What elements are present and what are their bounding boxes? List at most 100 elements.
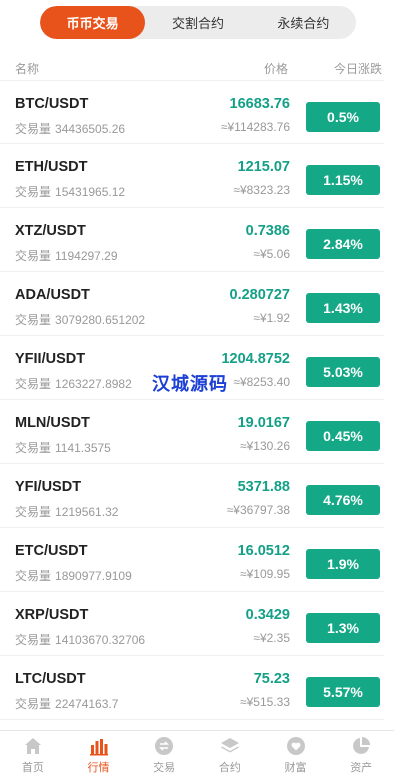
tabbar-label: 行情 [87,762,110,774]
column-price-header: 价格 [263,62,288,76]
change-badge[interactable]: 4.76% [306,485,380,515]
last-price: 16683.76 [229,96,290,112]
volume-value: 22474163.7 [55,697,119,711]
cny-price: ≈¥8323.23 [233,183,290,197]
volume-text: 交易量 14103670.32706 [15,631,145,648]
volume-label: 交易量 [15,377,52,391]
pair-name: LTC/USDT [15,671,86,687]
volume-text: 交易量 34436505.26 [15,120,125,137]
volume-text: 交易量 1141.3575 [15,439,111,456]
market-row[interactable]: XRP/USDT 交易量 14103670.32706 0.3429 ≈¥2.35 1.3… [0,592,384,656]
pair-name: YFI/USDT [15,479,82,495]
tabbar-label: 合约 [218,762,241,774]
volume-value: 15431965.12 [55,185,126,199]
tabbar-label: 首页 [21,762,44,774]
cny-price: ≈¥8253.40 [233,375,290,389]
tabbar-label: 资产 [350,762,373,774]
list-header: 名称 价格 今日涨跌 [15,60,382,76]
volume-text: 交易量 1194297.29 [15,247,118,264]
last-price: 5371.88 [237,479,290,495]
change-badge[interactable]: 0.45% [306,421,380,451]
tabbar-item-1[interactable]: 行情 [66,731,132,780]
last-price: 1204.8752 [221,351,290,367]
volume-value: 3079280.651202 [55,313,146,327]
watermark-text: 汉城源码 [152,374,228,394]
last-price: 19.0167 [237,415,290,431]
volume-label: 交易量 [15,697,52,711]
market-type-tabs: 币币交易 交割合约 永续合约 [40,6,356,39]
bottom-tab-bar: 首页 行情 交易 合约 财富 资产 [0,730,394,780]
volume-text: 交易量 15431965.12 [15,183,125,200]
column-change-header: 今日涨跌 [333,62,382,76]
tabbar-item-0[interactable]: 首页 [0,731,66,780]
last-price: 0.280727 [229,287,290,303]
pair-name: XTZ/USDT [15,223,86,239]
tabbar-label: 财富 [284,762,307,774]
tab-spot-trading[interactable]: 币币交易 [40,6,146,39]
pair-name: YFII/USDT [15,351,86,367]
volume-value: 14103670.32706 [55,633,146,647]
volume-text: 交易量 1890977.9109 [15,567,132,584]
market-row[interactable]: YFI/USDT 交易量 1219561.32 5371.88 ≈¥36797.38 4.… [0,464,384,528]
volume-text: 交易量 22474163.7 [15,695,118,712]
change-badge[interactable]: 1.43% [306,293,380,323]
change-badge[interactable]: 1.9% [306,549,380,579]
change-badge[interactable]: 1.15% [306,165,380,195]
change-badge[interactable]: 1.3% [306,613,380,643]
wealth-heart-icon [286,736,306,756]
cny-price: ≈¥515.33 [240,695,290,709]
pair-name: BTC/USDT [15,96,89,112]
volume-text: 交易量 1263227.8982 [15,375,132,392]
volume-value: 34436505.26 [55,122,126,136]
change-badge[interactable]: 5.03% [306,357,380,387]
last-price: 0.7386 [245,223,290,239]
volume-label: 交易量 [15,633,52,647]
pair-name: ETH/USDT [15,159,88,175]
cny-price: ≈¥2.35 [253,631,290,645]
volume-label: 交易量 [15,441,52,455]
cny-price: ≈¥109.95 [240,567,290,581]
tabbar-item-4[interactable]: 财富 [263,731,329,780]
volume-value: 1141.3575 [55,441,111,455]
pair-name: ETC/USDT [15,543,88,559]
cny-price: ≈¥36797.38 [226,503,290,517]
market-row[interactable]: LTC/USDT 交易量 22474163.7 75.23 ≈¥515.33 5.57% [0,656,384,720]
volume-value: 1890977.9109 [55,569,132,583]
change-badge[interactable]: 5.57% [306,677,380,707]
tab-delivery-contract[interactable]: 交割合约 [145,6,250,39]
change-badge[interactable]: 2.84% [306,229,380,259]
volume-text: 交易量 1219561.32 [15,503,118,520]
last-price: 75.23 [253,671,290,687]
column-name-header: 名称 [15,62,40,76]
layers-icon [220,736,240,756]
volume-label: 交易量 [15,505,52,519]
tabbar-item-2[interactable]: 交易 [131,731,197,780]
market-row[interactable]: BTC/USDT 交易量 34436505.26 16683.76 ≈¥114283.7… [0,80,384,144]
market-row[interactable]: ETH/USDT 交易量 15431965.12 1215.07 ≈¥8323.23 1.… [0,144,384,208]
market-row[interactable]: ADA/USDT 交易量 3079280.651202 0.280727 ≈¥1.92 1… [0,272,384,336]
assets-pie-icon [351,736,371,756]
pair-name: ADA/USDT [15,287,90,303]
cny-price: ≈¥130.26 [240,439,290,453]
volume-label: 交易量 [15,569,52,583]
volume-label: 交易量 [15,185,52,199]
cny-price: ≈¥114283.76 [220,120,290,134]
change-badge[interactable]: 0.5% [306,102,380,132]
tab-perpetual-contract[interactable]: 永续合约 [251,6,356,39]
exchange-icon [154,736,174,756]
cny-price: ≈¥1.92 [253,311,290,325]
volume-text: 交易量 3079280.651202 [15,311,145,328]
cny-price: ≈¥5.06 [253,247,290,261]
volume-label: 交易量 [15,313,52,327]
volume-value: 1219561.32 [55,505,119,519]
tabbar-item-3[interactable]: 合约 [197,731,263,780]
last-price: 0.3429 [245,607,290,623]
tabbar-item-5[interactable]: 资产 [328,731,394,780]
tabbar-label: 交易 [153,762,176,774]
market-row[interactable]: ETC/USDT 交易量 1890977.9109 16.0512 ≈¥109.95 1.… [0,528,384,592]
market-row[interactable]: XTZ/USDT 交易量 1194297.29 0.7386 ≈¥5.06 2.84% [0,208,384,272]
pair-name: MLN/USDT [15,415,90,431]
volume-value: 1263227.8982 [55,377,132,391]
market-row[interactable]: MLN/USDT 交易量 1141.3575 19.0167 ≈¥130.26 0.45% [0,400,384,464]
volume-label: 交易量 [15,122,52,136]
